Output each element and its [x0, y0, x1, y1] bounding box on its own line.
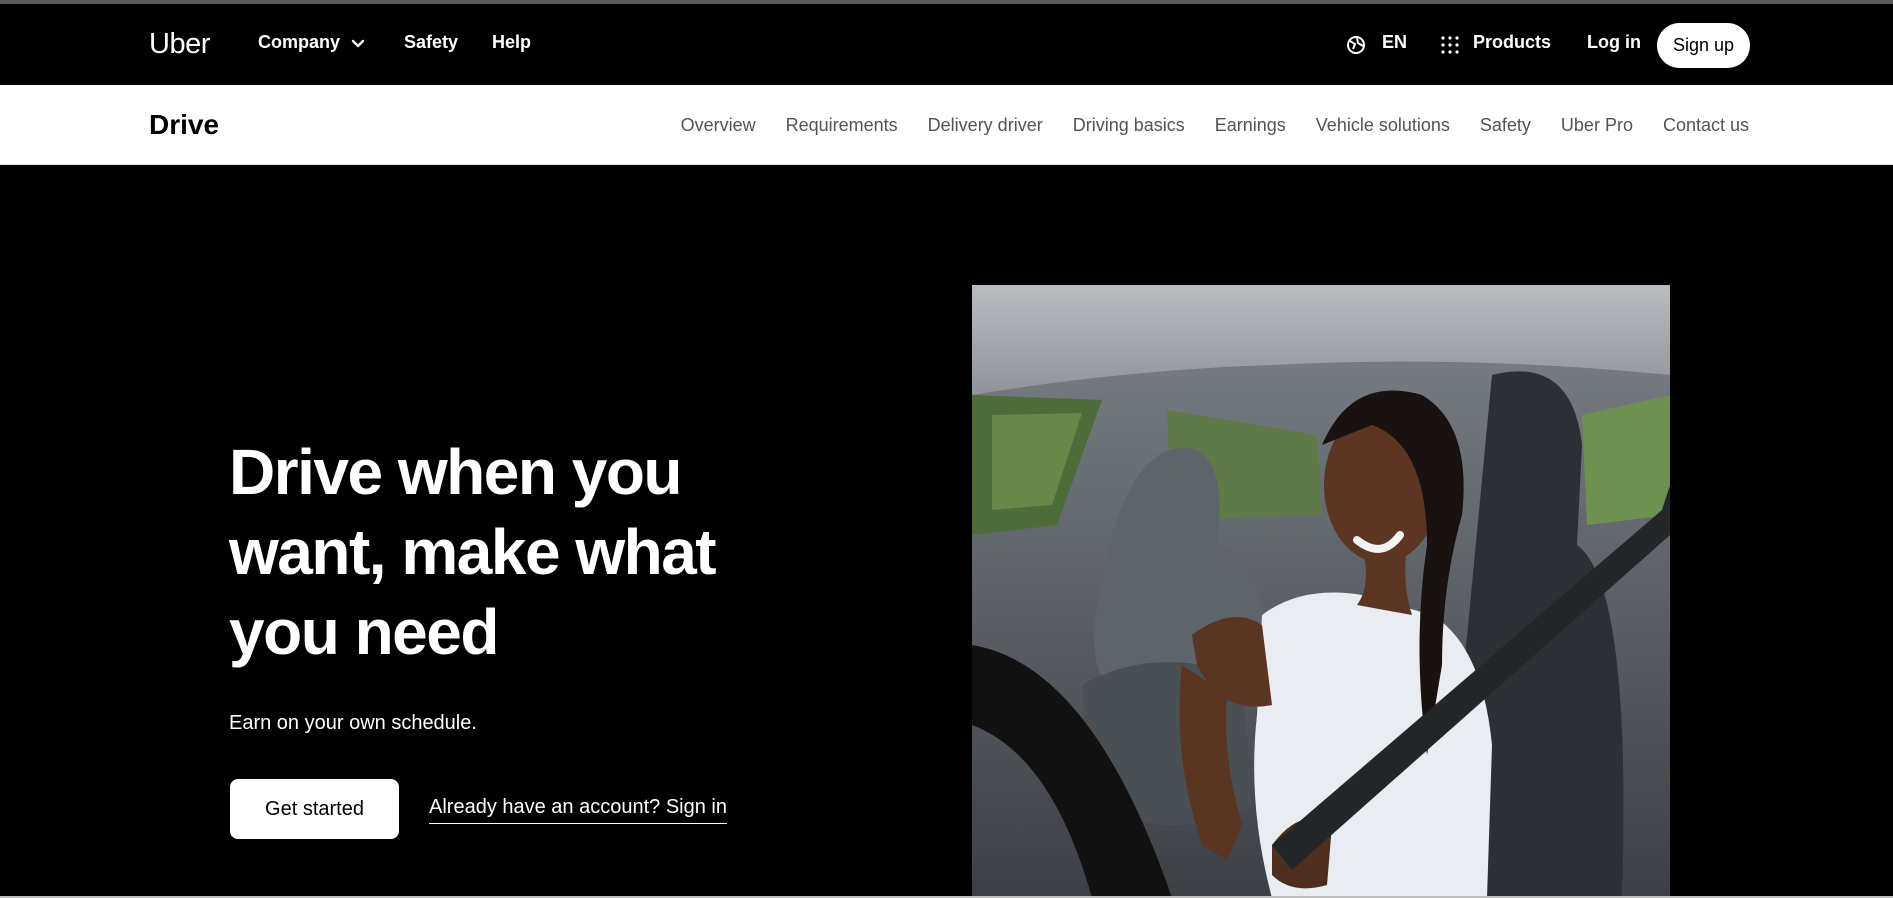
- subnav-link-safety[interactable]: Safety: [1480, 115, 1531, 136]
- products-menu[interactable]: Products: [1473, 32, 1551, 53]
- get-started-button[interactable]: Get started: [230, 779, 399, 839]
- language-selector[interactable]: EN: [1382, 32, 1407, 53]
- subnav-links: Overview Requirements Delivery driver Dr…: [651, 115, 1749, 136]
- hero-headline: Drive when you want, make what you need: [229, 436, 717, 668]
- safety-link[interactable]: Safety: [404, 32, 458, 53]
- subnav-link-uber-pro[interactable]: Uber Pro: [1561, 115, 1633, 136]
- uber-logo[interactable]: Uber: [149, 28, 210, 61]
- subnav-link-driving-basics[interactable]: Driving basics: [1073, 115, 1185, 136]
- globe-icon[interactable]: [1346, 35, 1366, 55]
- subnav-link-vehicle-solutions[interactable]: Vehicle solutions: [1316, 115, 1450, 136]
- subnav-link-overview[interactable]: Overview: [681, 115, 756, 136]
- subnav-link-contact-us[interactable]: Contact us: [1663, 115, 1749, 136]
- subnav-link-requirements[interactable]: Requirements: [786, 115, 898, 136]
- drive-subnav: Drive Overview Requirements Delivery dri…: [0, 85, 1893, 165]
- grid-dots-icon[interactable]: [1440, 35, 1460, 55]
- hero-section: Drive when you want, make what you need …: [0, 165, 1893, 898]
- hero-image: [972, 285, 1670, 898]
- login-link[interactable]: Log in: [1587, 32, 1641, 53]
- signup-button[interactable]: Sign up: [1657, 23, 1750, 68]
- subnav-link-earnings[interactable]: Earnings: [1215, 115, 1286, 136]
- page: Uber Company Safety Help EN Products Log…: [0, 0, 1893, 898]
- signin-link[interactable]: Already have an account? Sign in: [429, 796, 727, 824]
- subnav-link-delivery-driver[interactable]: Delivery driver: [928, 115, 1043, 136]
- help-link[interactable]: Help: [492, 32, 531, 53]
- top-navigation: Uber Company Safety Help EN Products Log…: [0, 4, 1893, 85]
- subnav-title[interactable]: Drive: [149, 109, 219, 141]
- hero-subheadline: Earn on your own schedule.: [229, 712, 477, 734]
- chevron-down-icon[interactable]: [351, 38, 365, 50]
- company-menu[interactable]: Company: [258, 32, 340, 53]
- driver-in-car-illustration: [972, 285, 1670, 898]
